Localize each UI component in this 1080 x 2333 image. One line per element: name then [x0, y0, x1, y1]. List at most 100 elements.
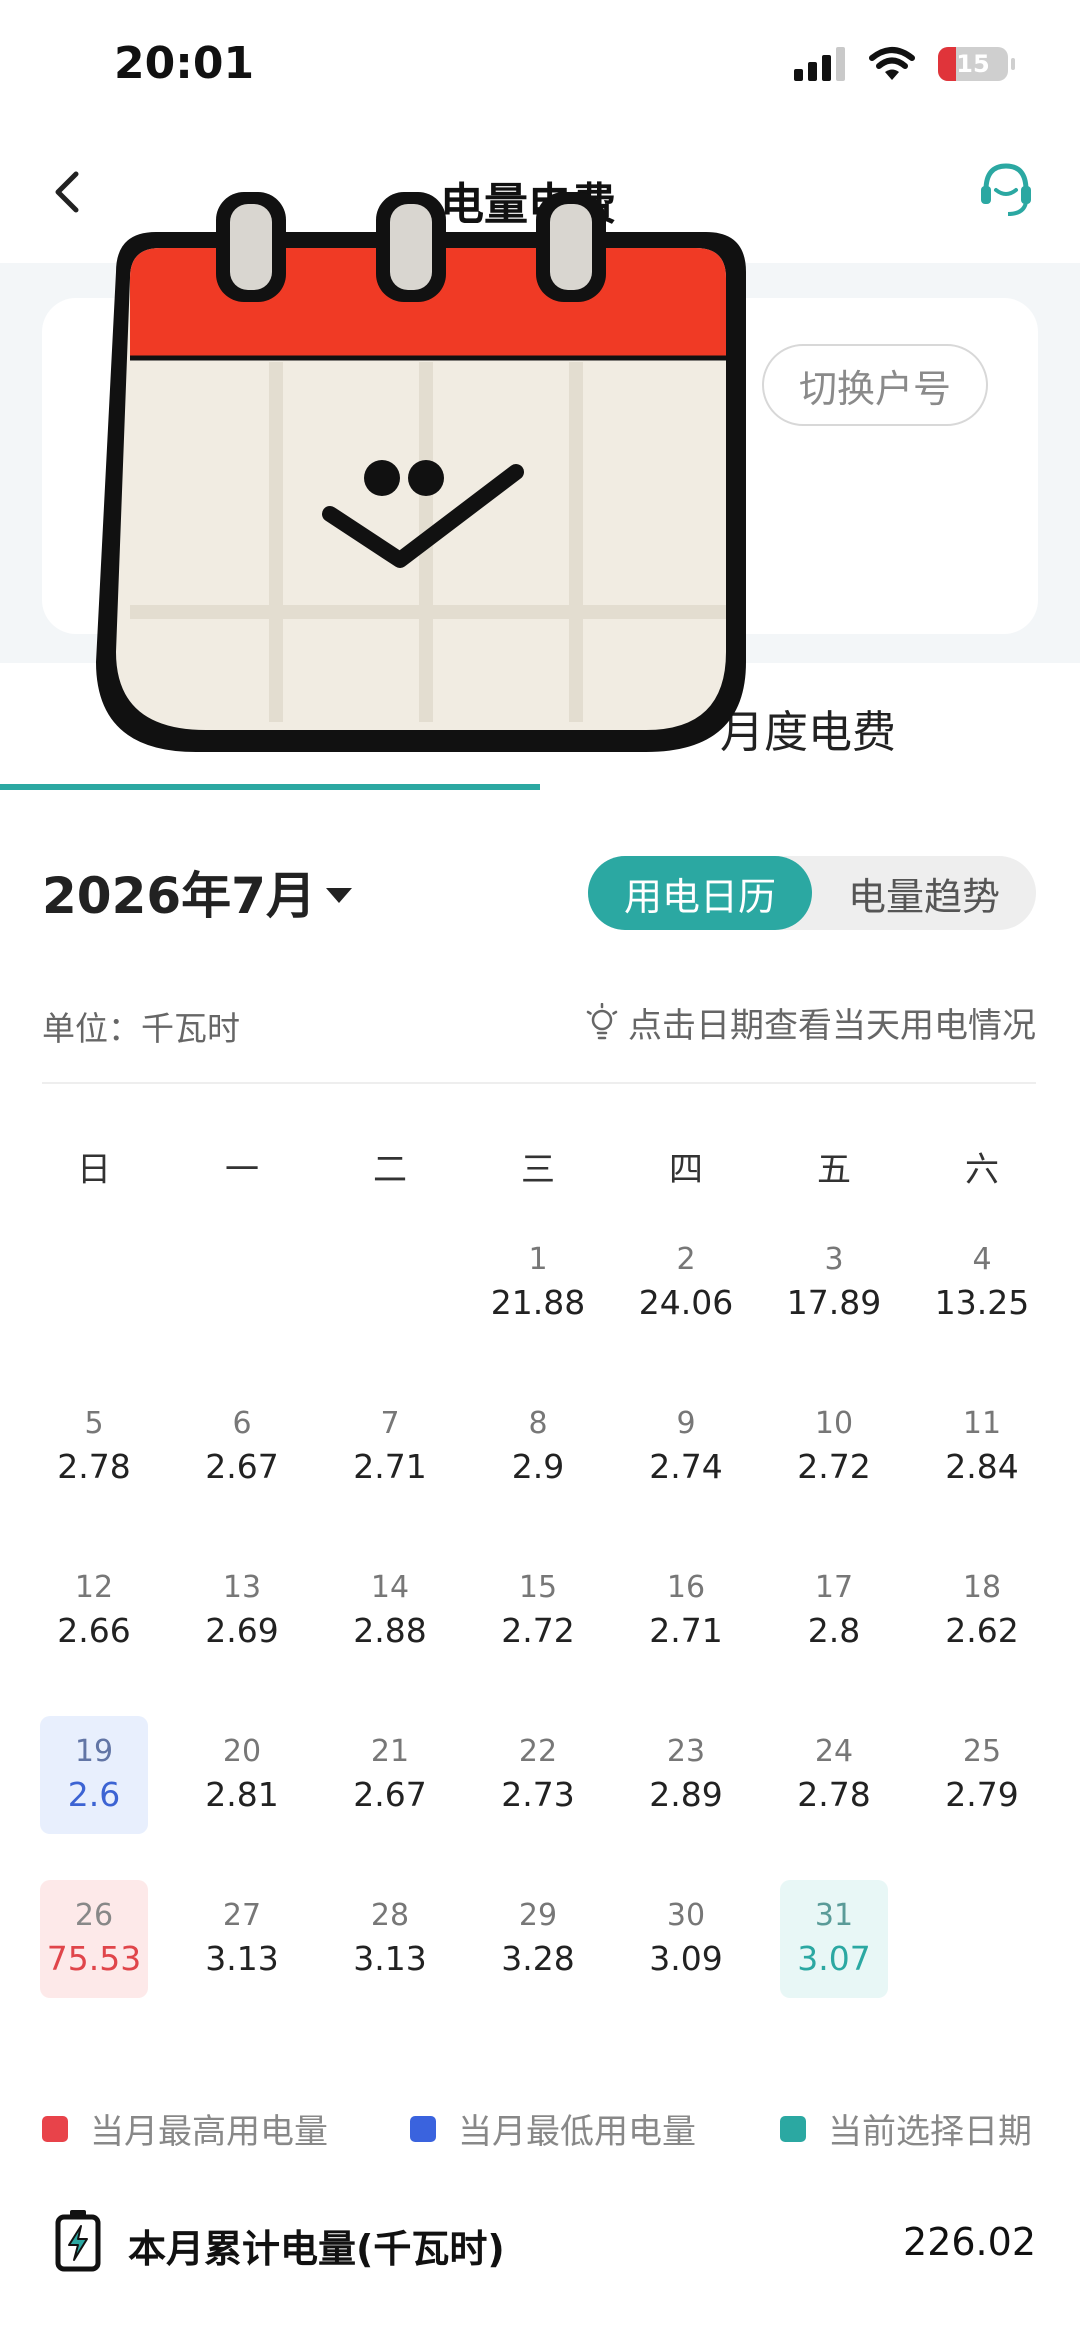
legend-selected-label: 当前选择日期 — [828, 2112, 1032, 2152]
weekday-label: 四 — [669, 1150, 703, 1190]
calendar-day[interactable]: 13 2.69 — [188, 1552, 296, 1670]
calendar-day[interactable]: 5 2.78 — [40, 1388, 148, 1506]
calendar-day[interactable]: 8 2.9 — [484, 1388, 592, 1506]
day-usage: 24.06 — [638, 1283, 734, 1322]
day-usage: 2.78 — [797, 1775, 871, 1814]
cellular-signal-icon — [794, 47, 845, 81]
day-usage: 2.74 — [649, 1447, 723, 1486]
calendar-sticker — [96, 192, 746, 752]
calendar-day[interactable]: 27 3.13 — [188, 1880, 296, 1998]
day-usage: 13.25 — [934, 1283, 1030, 1322]
legend-highest: 当月最高用电量 — [42, 2104, 328, 2153]
day-number: 7 — [380, 1406, 400, 1441]
calendar-day[interactable]: 29 3.28 — [484, 1880, 592, 1998]
day-usage: 2.69 — [205, 1611, 279, 1650]
calendar-day[interactable]: 25 2.79 — [928, 1716, 1036, 1834]
calendar-day[interactable]: 22 2.73 — [484, 1716, 592, 1834]
calendar-day[interactable]: 7 2.71 — [336, 1388, 444, 1506]
monthly-total-value: 226.02 — [903, 2220, 1036, 2264]
day-number: 13 — [222, 1570, 262, 1605]
legend-lowest: 当月最低用电量 — [410, 2104, 696, 2153]
calendar-day[interactable]: 10 2.72 — [780, 1388, 888, 1506]
day-usage: 2.73 — [501, 1775, 575, 1814]
chevron-left-icon — [55, 171, 79, 213]
calendar-day[interactable]: 30 3.09 — [632, 1880, 740, 1998]
customer-service-button[interactable] — [978, 160, 1034, 224]
lightbulb-icon — [586, 1002, 618, 1039]
calendar-day[interactable]: 26 75.53 — [40, 1880, 148, 1998]
calendar-day[interactable]: 28 3.13 — [336, 1880, 444, 1998]
calendar-day[interactable]: 20 2.81 — [188, 1716, 296, 1834]
switch-account-button[interactable]: 切换户号 — [762, 344, 988, 426]
calendar-day[interactable]: 9 2.74 — [632, 1388, 740, 1506]
calendar-day[interactable]: 2 24.06 — [632, 1224, 740, 1342]
calendar-day[interactable]: 12 2.66 — [40, 1552, 148, 1670]
calendar-day[interactable]: 11 2.84 — [928, 1388, 1036, 1506]
calendar-day[interactable]: 1 21.88 — [484, 1224, 592, 1342]
day-number: 4 — [972, 1242, 992, 1277]
day-number: 27 — [222, 1898, 262, 1933]
legend-lowest-swatch — [410, 2115, 436, 2142]
day-number: 21 — [370, 1734, 410, 1769]
day-usage: 21.88 — [490, 1283, 586, 1322]
day-usage: 3.09 — [649, 1939, 723, 1978]
legend-selected: 当前选择日期 — [780, 2104, 1032, 2153]
day-usage: 2.62 — [945, 1611, 1019, 1650]
calendar-day[interactable]: 4 13.25 — [928, 1224, 1036, 1342]
caret-down-icon — [325, 887, 352, 903]
day-usage: 2.71 — [353, 1447, 427, 1486]
monthly-total-label: 本月累计电量(千瓦时) — [128, 2227, 505, 2271]
day-number: 30 — [666, 1898, 706, 1933]
legend-highest-label: 当月最高用电量 — [90, 2112, 328, 2152]
day-number: 26 — [74, 1898, 114, 1933]
wifi-icon — [869, 47, 915, 80]
day-usage: 2.67 — [353, 1775, 427, 1814]
day-number: 24 — [814, 1734, 854, 1769]
day-number: 12 — [74, 1570, 114, 1605]
weekday-label: 五 — [817, 1150, 851, 1190]
hint: 点击日期查看当天用电情况 — [584, 998, 1036, 1047]
day-number: 14 — [370, 1570, 410, 1605]
battery-indicator: 15 — [938, 47, 1015, 81]
day-usage: 2.78 — [57, 1447, 131, 1486]
day-usage: 2.8 — [807, 1611, 861, 1650]
toggle-trend-view[interactable]: 电量趋势 — [812, 856, 1036, 930]
calendar-day[interactable]: 24 2.78 — [780, 1716, 888, 1834]
calendar-day[interactable]: 19 2.6 — [40, 1716, 148, 1834]
legend-lowest-label: 当月最低用电量 — [458, 2112, 696, 2152]
day-number: 5 — [84, 1406, 104, 1441]
day-usage: 2.6 — [67, 1775, 121, 1814]
calendar-day[interactable]: 15 2.72 — [484, 1552, 592, 1670]
day-number: 15 — [518, 1570, 558, 1605]
calendar-day[interactable]: 21 2.67 — [336, 1716, 444, 1834]
day-number: 11 — [962, 1406, 1002, 1441]
toggle-calendar-view[interactable]: 用电日历 — [588, 856, 812, 930]
day-number: 31 — [814, 1898, 854, 1933]
calendar-day[interactable]: 6 2.67 — [188, 1388, 296, 1506]
weekday-label: 六 — [965, 1150, 999, 1190]
day-number: 8 — [528, 1406, 548, 1441]
day-number: 19 — [74, 1734, 114, 1769]
calendar-day[interactable]: 31 3.07 — [780, 1880, 888, 1998]
back-button[interactable] — [52, 170, 82, 218]
day-usage: 2.72 — [797, 1447, 871, 1486]
unit-label: 单位：千瓦时 — [42, 1009, 240, 1048]
divider — [42, 1082, 1036, 1084]
calendar-day[interactable]: 16 2.71 — [632, 1552, 740, 1670]
calendar-day[interactable]: 14 2.88 — [336, 1552, 444, 1670]
weekday-label: 日 — [77, 1150, 111, 1190]
month-selector[interactable]: 2026年7月 — [42, 856, 352, 928]
month-label: 2026年7月 — [42, 867, 316, 925]
day-number: 2 — [676, 1242, 696, 1277]
day-usage: 2.81 — [205, 1775, 279, 1814]
calendar-day[interactable]: 23 2.89 — [632, 1716, 740, 1834]
day-usage: 2.84 — [945, 1447, 1019, 1486]
day-usage: 2.79 — [945, 1775, 1019, 1814]
calendar-day[interactable]: 17 2.8 — [780, 1552, 888, 1670]
day-usage: 2.72 — [501, 1611, 575, 1650]
day-usage: 3.28 — [501, 1939, 575, 1978]
calendar-day[interactable]: 18 2.62 — [928, 1552, 1036, 1670]
day-number: 22 — [518, 1734, 558, 1769]
day-number: 25 — [962, 1734, 1002, 1769]
calendar-day[interactable]: 3 17.89 — [780, 1224, 888, 1342]
